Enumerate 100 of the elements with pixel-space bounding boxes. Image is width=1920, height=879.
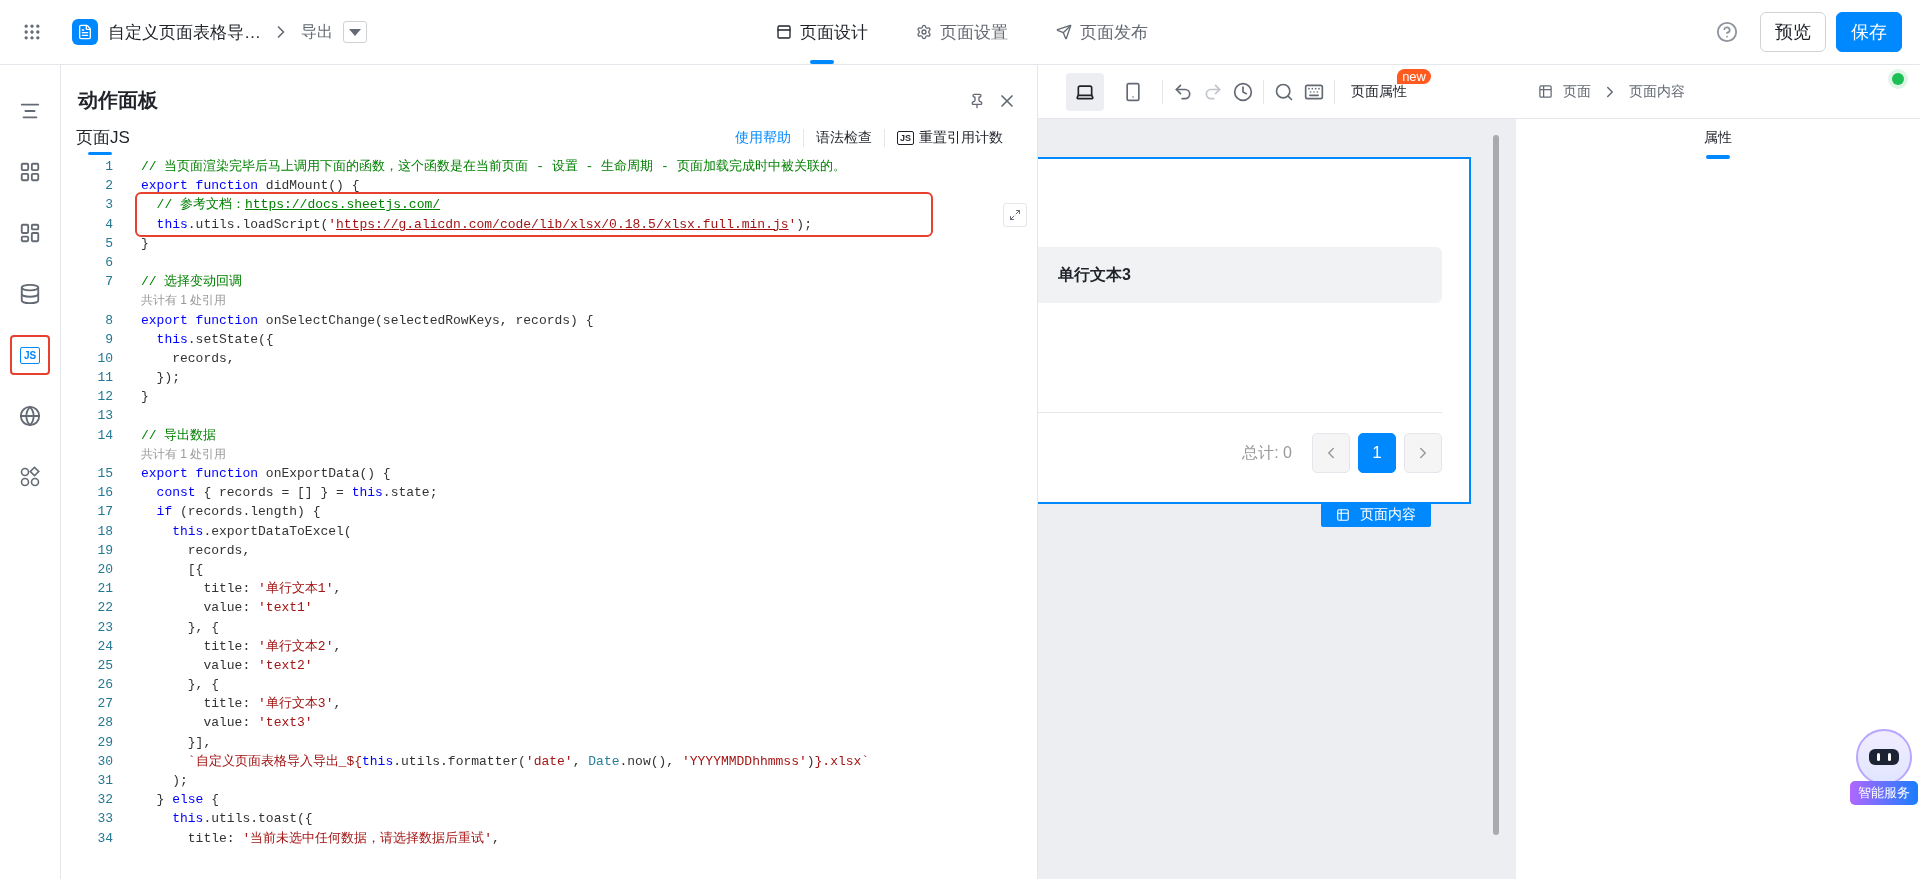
line-number: 6 (104, 253, 114, 272)
code-line: `自定义页面表格导入导出_${this.utils.formatter('date', Date.now(), 'YYYYMMDDhhmmss')}.xlsx` (186, 752, 870, 771)
undo-icon[interactable] (1173, 81, 1193, 102)
line-number: 24 (96, 637, 114, 656)
dropdown-button[interactable] (343, 21, 367, 43)
line-number: 5 (104, 234, 114, 253)
line-number: 10 (96, 349, 114, 368)
table-icon (1336, 508, 1350, 522)
line-number: 20 (96, 560, 114, 579)
syntax-check-button[interactable]: 语法检查 (803, 129, 884, 147)
code-line: export function onSelectChange(selectedRowKeys, records) { (141, 311, 594, 330)
line-number: 12 (96, 388, 114, 407)
laptop-button[interactable] (1066, 72, 1104, 111)
database-icon (19, 283, 41, 305)
line-number: 11 (96, 369, 114, 388)
breadcrumb-item[interactable]: 页面 (1563, 82, 1591, 101)
code-line: this.utils.loadScript('https://g.alicdn.com/code/lib/xlsx/0.18.5/xlsx.full.min.js'); (155, 215, 812, 234)
line-number: 7 (104, 273, 114, 292)
pin-icon[interactable] (969, 92, 985, 109)
tab-icon (776, 24, 792, 40)
line-number: 27 (96, 695, 114, 714)
code-link[interactable]: https://g.alicdn.com/code/lib/xlsx/0.18.5/xlsx.full.min.js (336, 216, 789, 232)
code-line: export function onExportData() { (141, 465, 391, 483)
page-properties-button[interactable]: 页面属性 (1351, 82, 1407, 101)
code-line: value: 'text1' (202, 599, 313, 618)
code-line: export function didMount() { (141, 177, 360, 196)
history-icon[interactable] (1233, 81, 1253, 102)
code-line: this.setState({ (155, 330, 274, 349)
code-line: } (141, 388, 149, 407)
help-link[interactable]: 使用帮助 (723, 129, 803, 147)
line-number: 4 (104, 215, 114, 234)
line-number: 15 (96, 465, 114, 483)
page-icon (1538, 84, 1553, 99)
nav-tab[interactable]: 页面发布 (1038, 0, 1166, 64)
line-number: 25 (96, 656, 114, 675)
table-component[interactable]: 单行文本3 总计: 0 1 (1038, 157, 1471, 504)
properties-tab[interactable]: 属性 (1700, 129, 1736, 159)
line-number: 28 (96, 714, 114, 733)
line-number: 2 (104, 177, 114, 196)
reference-count: 共计有 1 处引用 (141, 445, 227, 463)
line-number: 13 (96, 407, 114, 426)
sidebar-item[interactable]: JS (10, 335, 50, 375)
line-number: 21 (96, 580, 114, 599)
code-line: // 当页面渲染完毕后马上调用下面的函数，这个函数是在当前页面 - 设置 - 生命周期 - 页面加载完成时中被关联的。 (141, 158, 846, 176)
line-number: 30 (96, 752, 114, 771)
component-tag[interactable]: 页面内容 (1321, 503, 1431, 527)
search-icon[interactable] (1274, 81, 1294, 102)
breadcrumb-item[interactable]: 导出 (301, 21, 333, 43)
code-tab[interactable]: 页面JS (76, 126, 130, 155)
line-number: 33 (96, 810, 114, 829)
line-number: 22 (96, 599, 114, 618)
code-line: title: '单行文本1', (202, 580, 342, 599)
help-icon[interactable] (1716, 21, 1738, 43)
nav-tab[interactable]: 页面设置 (898, 0, 1026, 64)
app-logo-icon (72, 19, 98, 45)
code-line: // 参考文档：https://docs.sheetjs.com/ (155, 196, 441, 215)
line-number: 16 (96, 484, 114, 503)
scrollbar[interactable] (1493, 135, 1499, 835)
code-line: [{ (186, 560, 204, 579)
code-line: records, (186, 541, 251, 560)
breadcrumb-item[interactable]: 页面内容 (1629, 82, 1685, 101)
preview-button[interactable]: 预览 (1760, 12, 1826, 52)
tab-icon (1056, 24, 1072, 40)
code-line: title: '当前未选中任何数据，请选择数据后重试', (186, 829, 500, 848)
nav-tab[interactable]: 页面设计 (758, 0, 886, 64)
components-icon (19, 161, 41, 183)
layout-icon (19, 222, 41, 244)
code-line: } (141, 234, 149, 253)
code-line: const { records = [] } = this.state; (155, 484, 438, 503)
code-line: title: '单行文本3', (202, 695, 342, 714)
code-line: // 导出数据 (141, 426, 217, 445)
line-number: 3 (104, 196, 114, 215)
code-line: this.utils.toast({ (171, 810, 313, 829)
line-number: 29 (96, 733, 114, 752)
save-button[interactable]: 保存 (1836, 12, 1902, 52)
phone-icon (1123, 81, 1143, 102)
reset-count-button[interactable]: JS 重置引用计数 (884, 129, 1015, 147)
line-number: 31 (96, 772, 114, 790)
app-title: 自定义页面表格导… (108, 21, 261, 44)
code-line: records, (171, 349, 235, 368)
line-number: 18 (96, 522, 114, 541)
expand-icon (1009, 209, 1021, 221)
shapes-icon (19, 466, 41, 488)
globe-icon (19, 405, 41, 427)
expand-button[interactable] (1003, 203, 1027, 227)
page-button[interactable]: 1 (1358, 433, 1396, 473)
code-link[interactable]: https://docs.sheetjs.com/ (245, 197, 441, 213)
apps-grid-icon[interactable] (22, 22, 42, 42)
panel-title: 动作面板 (78, 88, 158, 113)
line-number: 26 (96, 676, 114, 695)
code-line: if (records.length) { (155, 503, 321, 522)
reference-count: 共计有 1 处引用 (141, 292, 227, 310)
code-line: } else { (155, 791, 220, 810)
code-line: ); (171, 772, 188, 790)
line-number: 32 (96, 791, 114, 810)
total-count: 总计: 0 (1242, 442, 1292, 463)
line-number: 14 (96, 426, 114, 445)
new-badge: new (1397, 68, 1431, 84)
assistant-label[interactable]: 智能服务 (1850, 781, 1918, 805)
line-number: 19 (96, 541, 114, 560)
